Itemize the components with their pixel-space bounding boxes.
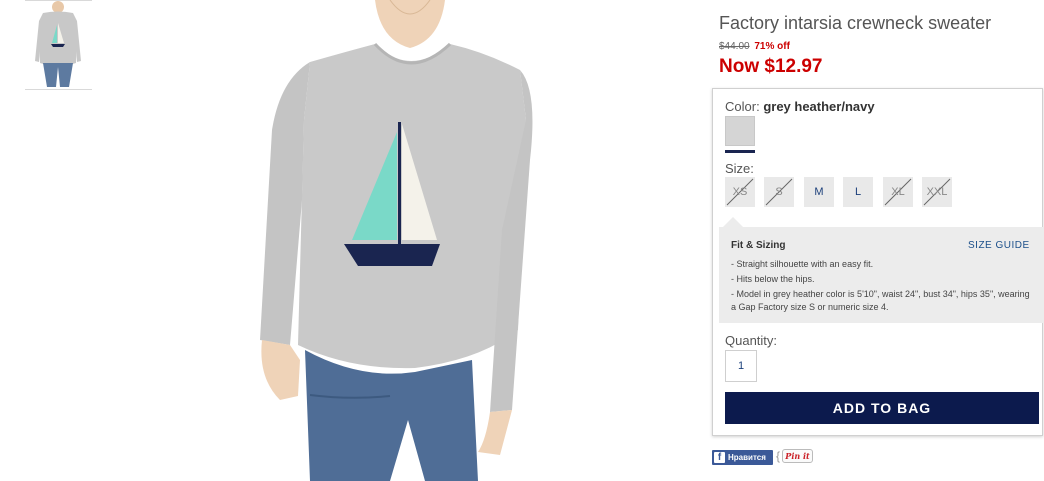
size-option-s[interactable]: S [764,177,794,207]
percent-off-badge: 71% off [754,41,790,52]
facebook-like-button[interactable]: f Нравится [712,450,773,465]
selected-swatch-indicator [725,150,755,153]
fit-and-sizing-box: Fit & Sizing SIZE GUIDE - Straight silho… [719,217,1044,323]
color-label: Color: grey heather/navy [725,99,875,114]
product-main-image [260,0,533,481]
thumbnail-bottom-rule [25,89,92,90]
product-title: Factory intarsia crewneck sweater [719,13,992,33]
color-swatch-grey-heather-navy[interactable] [725,116,755,146]
pinterest-pin-button[interactable]: { Pin it [776,448,814,465]
selected-color-name: grey heather/navy [763,99,875,114]
facebook-like-label: Нравится [728,453,766,462]
pinterest-pin-label: Pin it [782,449,813,463]
thumbnail-column [25,0,92,90]
price-row: $44.00 71% off [719,41,790,52]
size-label: Size: [725,161,754,176]
fit-detail-item: - Straight silhouette with an easy fit. [731,259,874,269]
original-price: $44.00 [719,41,750,52]
fit-details-list: - Straight silhouette with an easy fit. … [731,258,1031,316]
product-thumbnail[interactable] [25,1,92,89]
size-guide-link[interactable]: SIZE GUIDE [968,240,1030,251]
size-option-xxl[interactable]: XXL [922,177,952,207]
product-options-panel: Color: grey heather/navy Size: XS S M L … [712,88,1044,436]
fit-title: Fit & Sizing [731,240,786,251]
size-option-xs[interactable]: XS [725,177,755,207]
size-option-xl[interactable]: XL [883,177,913,207]
sale-price: Now $12.97 [719,56,823,77]
size-option-m[interactable]: M [804,177,834,207]
facebook-icon: f [714,452,725,463]
size-option-l[interactable]: L [843,177,873,207]
quantity-label: Quantity: [725,333,778,348]
add-to-bag-button[interactable]: ADD TO BAG [725,392,1039,424]
fit-box-pointer [723,217,743,227]
pin-bubble-brace-icon: { [776,449,781,463]
fit-detail-item: - Model in grey heather color is 5'10", … [731,289,1030,312]
color-label-text: Color: [725,99,760,114]
fit-detail-item: - Hits below the hips. [731,274,815,284]
quantity-input[interactable]: 1 [725,350,757,382]
